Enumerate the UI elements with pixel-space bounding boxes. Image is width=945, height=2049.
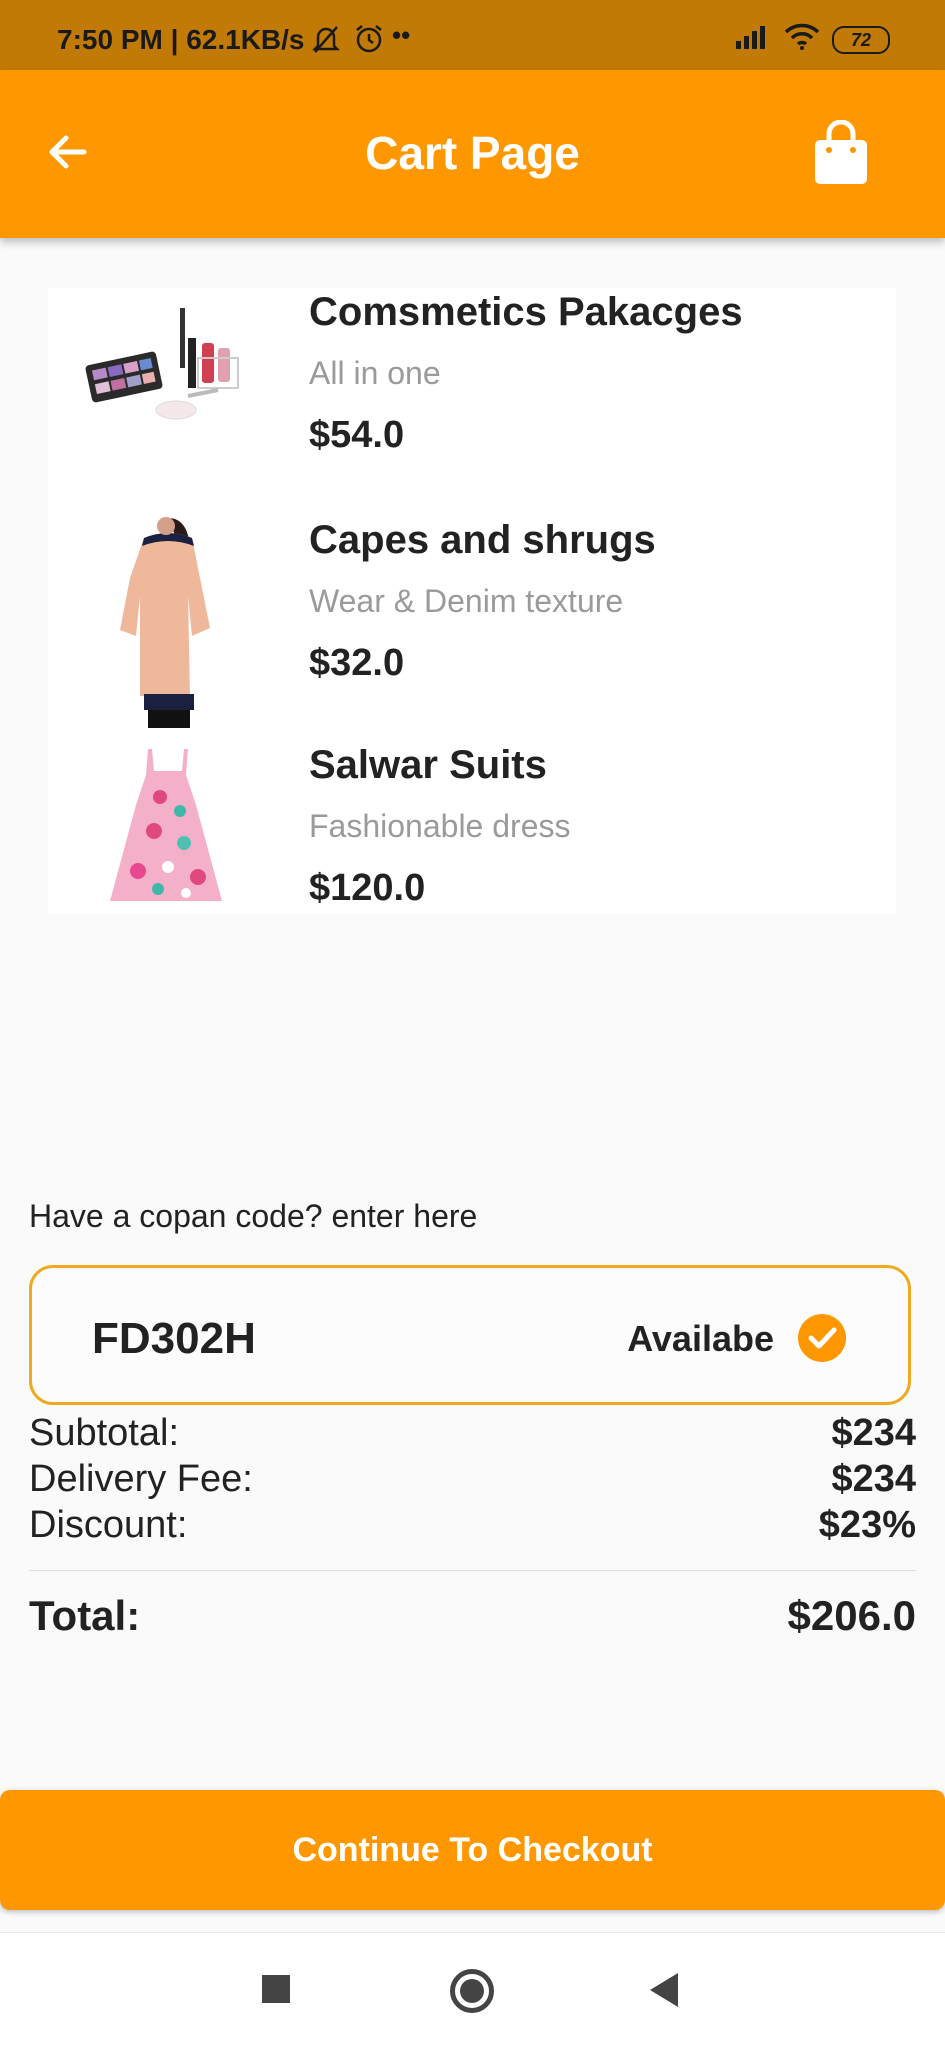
shopping-bag-icon <box>815 119 867 184</box>
check-circle-icon <box>798 1314 846 1362</box>
alarm-icon <box>354 24 384 61</box>
item-subtitle: All in one <box>309 355 441 391</box>
delivery-fee-value: $234 <box>831 1458 916 1500</box>
app-bar: Cart Page <box>0 70 945 238</box>
item-subtitle: Wear & Denim texture <box>309 583 624 619</box>
cart-item[interactable]: Capes and shrugs Wear & Denim texture $3… <box>48 516 896 736</box>
cosmetics-image <box>68 298 268 438</box>
cart-item[interactable]: Comsmetics Pakacges All in one $54.0 <box>48 288 896 508</box>
item-price: $120.0 <box>309 867 426 909</box>
subtotal-value: $234 <box>831 1412 916 1454</box>
coupon-prompt: Have a copan code? enter here <box>29 1198 478 1234</box>
battery-indicator: 72 <box>832 25 890 54</box>
divider <box>29 1570 916 1571</box>
shopping-bag-button[interactable] <box>811 119 871 186</box>
muted-bell-icon <box>311 24 341 61</box>
signal-icon <box>736 23 772 56</box>
wifi-icon <box>784 22 820 57</box>
item-price: $32.0 <box>309 642 405 684</box>
item-price: $54.0 <box>309 414 405 456</box>
item-name: Salwar Suits <box>309 743 547 787</box>
system-nav-bar <box>0 1932 945 2049</box>
total-value: $206.0 <box>787 1592 916 1639</box>
home-icon[interactable] <box>450 1969 494 2013</box>
page-title: Cart Page <box>365 127 580 179</box>
total-label: Total: <box>29 1592 141 1639</box>
item-name: Capes and shrugs <box>309 518 656 562</box>
status-bar: 7:50 PM | 62.1KB/s •• 72 <box>0 0 945 70</box>
coupon-input[interactable]: FD302H Availabe <box>29 1265 911 1405</box>
subtotal-label: Subtotal: <box>29 1412 179 1454</box>
discount-label: Discount: <box>29 1504 188 1546</box>
status-time: 7:50 PM | 62.1KB/s <box>57 24 305 55</box>
checkout-button[interactable]: Continue To Checkout <box>0 1790 945 1910</box>
dress-image <box>68 747 268 907</box>
coupon-status: Availabe <box>627 1318 774 1359</box>
back-triangle-icon[interactable] <box>650 1973 678 2007</box>
delivery-fee-label: Delivery Fee: <box>29 1458 253 1500</box>
more-notifications-icon: •• <box>392 20 411 50</box>
cart-list: Comsmetics Pakacges All in one $54.0 Cap… <box>48 288 896 914</box>
item-subtitle: Fashionable dress <box>309 808 571 844</box>
cart-item[interactable]: Salwar Suits Fashionable dress $120.0 <box>48 743 896 963</box>
item-name: Comsmetics Pakacges <box>309 290 743 334</box>
discount-value: $23% <box>818 1504 916 1546</box>
coupon-code: FD302H <box>92 1314 256 1363</box>
dress-image <box>68 516 268 728</box>
recent-apps-icon[interactable] <box>262 1975 290 2003</box>
